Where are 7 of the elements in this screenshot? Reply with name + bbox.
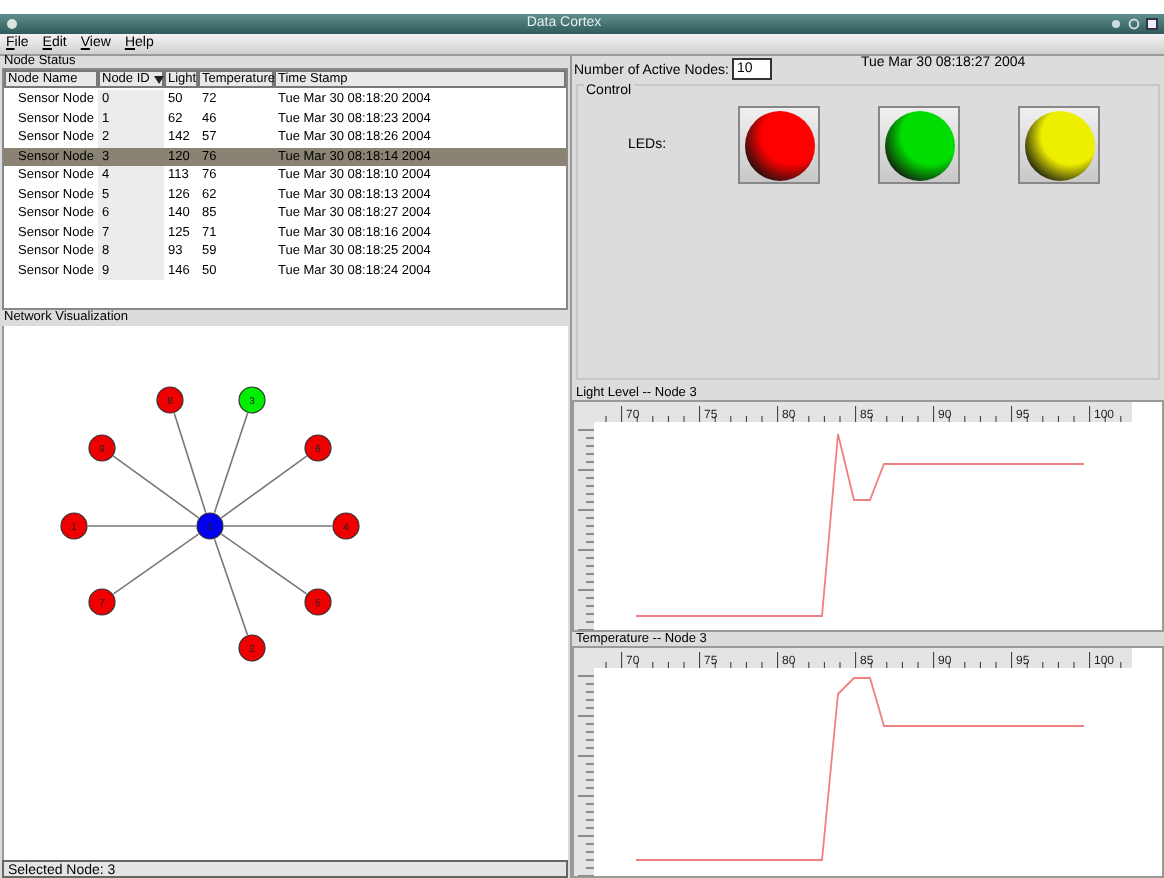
app-icon <box>6 18 18 30</box>
connection-line <box>87 525 197 527</box>
connection-line <box>112 533 200 595</box>
maximize-icon[interactable] <box>1128 18 1140 30</box>
minimize-icon[interactable] <box>1110 18 1122 30</box>
close-icon[interactable] <box>1146 18 1158 30</box>
connection-line <box>223 525 333 527</box>
